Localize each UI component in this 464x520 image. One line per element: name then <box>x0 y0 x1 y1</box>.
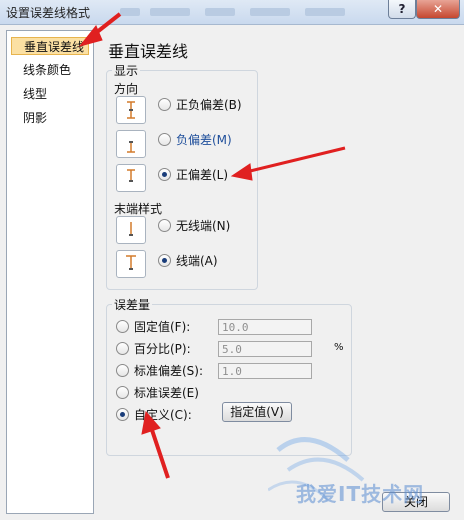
sidebar-item-vertical-error-bar[interactable]: 垂直误差线 <box>11 37 89 55</box>
no-cap-icon <box>116 216 146 244</box>
sidebar-item-line-style[interactable]: 线型 <box>11 85 89 103</box>
percent-suffix: % <box>334 342 344 353</box>
radio-std-error-label: 标准误差(E) <box>134 386 199 400</box>
direction-label: 方向 <box>114 82 139 96</box>
radio-selected-dot <box>120 412 125 417</box>
radio-selected-dot <box>162 172 167 177</box>
radio-no-cap-label: 无线端(N) <box>176 219 231 233</box>
radio-selected-dot <box>162 258 167 263</box>
sidebar-item-shadow[interactable]: 阴影 <box>11 109 89 127</box>
close-window-button[interactable]: ✕ <box>416 0 460 19</box>
radio-cap-label: 线端(A) <box>176 254 218 268</box>
plus-error-bar-icon <box>116 164 146 192</box>
radio-custom-label: 自定义(C): <box>134 408 192 422</box>
sidebar-item-line-color[interactable]: 线条颜色 <box>11 61 89 79</box>
radio-std-deviation-label: 标准偏差(S): <box>134 364 204 378</box>
title-bar: 设置误差线格式 ? ✕ <box>0 0 464 25</box>
radio-minus[interactable] <box>158 133 171 146</box>
background-blur <box>250 8 290 16</box>
category-sidebar: 垂直误差线 线条颜色 线型 阴影 <box>6 30 94 514</box>
watermark-text: 我爱IT技术网 <box>296 482 425 506</box>
sidebar-item-label: 垂直误差线 <box>24 40 85 54</box>
main-panel: 垂直误差线 显示 方向 正负偏差(B) 负偏差(M) 正偏差(L) 末端样式 无… <box>100 30 460 512</box>
radio-std-deviation[interactable] <box>116 364 129 377</box>
std-deviation-input[interactable]: 1.0 <box>218 363 312 379</box>
radio-minus-label: 负偏差(M) <box>176 133 232 147</box>
background-blur <box>205 8 235 16</box>
help-button[interactable]: ? <box>388 0 416 19</box>
background-blur <box>120 8 140 16</box>
cap-icon <box>116 250 146 278</box>
radio-custom[interactable] <box>116 408 129 421</box>
radio-fixed-value-label: 固定值(F): <box>134 320 191 334</box>
percentage-input[interactable]: 5.0 <box>218 341 312 357</box>
fixed-value-input[interactable]: 10.0 <box>218 319 312 335</box>
end-style-label: 末端样式 <box>114 202 163 216</box>
radio-plus[interactable] <box>158 168 171 181</box>
radio-no-cap[interactable] <box>158 219 171 232</box>
sidebar-item-label: 阴影 <box>23 111 48 125</box>
both-error-bar-icon <box>116 96 146 124</box>
display-group-label: 显示 <box>112 62 141 79</box>
radio-percentage[interactable] <box>116 342 129 355</box>
amount-group-label: 误差量 <box>112 296 153 313</box>
radio-fixed-value[interactable] <box>116 320 129 333</box>
window-title: 设置误差线格式 <box>6 6 91 20</box>
page-title: 垂直误差线 <box>108 42 189 61</box>
sidebar-item-label: 线条颜色 <box>23 63 72 77</box>
radio-both-label: 正负偏差(B) <box>176 98 242 112</box>
radio-cap[interactable] <box>158 254 171 267</box>
radio-plus-label: 正偏差(L) <box>176 168 229 182</box>
radio-std-error[interactable] <box>116 386 129 399</box>
background-blur <box>305 8 345 16</box>
background-blur <box>150 8 190 16</box>
radio-percentage-label: 百分比(P): <box>134 342 191 356</box>
radio-both[interactable] <box>158 98 171 111</box>
sidebar-item-label: 线型 <box>23 87 48 101</box>
specify-value-button[interactable]: 指定值(V) <box>222 402 292 422</box>
minus-error-bar-icon <box>116 130 146 158</box>
